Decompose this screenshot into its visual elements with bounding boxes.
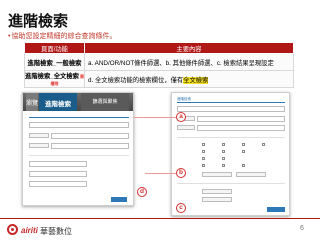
- filter-checkbox[interactable]: [222, 150, 225, 153]
- feature-table: 頁面/功能 主要內容 進階檢索_一般檢索 a. AND/OR/NOT條件師選、b…: [24, 42, 294, 88]
- table-row: 進階檢索_全文檢索需權限 d. 全文檢索功能的檢索欄位，僅有全文檢索: [24, 70, 294, 88]
- search-input[interactable]: [197, 125, 285, 131]
- year-select[interactable]: [236, 172, 266, 177]
- tab-advanced-search[interactable]: 進階檢索: [39, 93, 77, 111]
- page-subtitle: •協助您設定精細的綜合查詢條件。: [8, 31, 116, 41]
- display-select[interactable]: [202, 197, 232, 202]
- operator-select[interactable]: [177, 125, 195, 130]
- company-name: 華藝數位: [40, 227, 72, 236]
- search-input[interactable]: [29, 171, 87, 177]
- table-cell-content: a. AND/OR/NOT條件師選、b. 其他條件師選、c. 檢索結果呈現設定: [84, 53, 294, 71]
- filter-checkbox[interactable]: [222, 164, 225, 167]
- filter-checkbox[interactable]: [242, 150, 245, 153]
- search-input[interactable]: [29, 122, 129, 128]
- subtitle-text: 協助您設定精細的綜合查詢條件。: [11, 33, 117, 40]
- table-cell-content-text: d. 全文檢索功能的檢索欄位，僅有: [88, 76, 184, 84]
- search-input[interactable]: [51, 133, 129, 139]
- search-input[interactable]: [29, 161, 87, 167]
- highlighted-text: 全文檢索: [183, 76, 209, 84]
- search-input[interactable]: [177, 106, 285, 112]
- marker-b: b: [176, 168, 186, 178]
- footer-divider: [0, 218, 320, 219]
- table-cell-name-text: 進階檢索_全文檢索: [25, 73, 79, 80]
- marker-d: d: [137, 187, 147, 197]
- sort-select[interactable]: [202, 189, 232, 194]
- filter-checkbox[interactable]: [222, 143, 225, 146]
- logo-text: airiti: [21, 226, 38, 235]
- table-header-page: 頁面/功能: [24, 42, 85, 54]
- table-cell-name: 進階檢索_全文檢索需權限: [24, 70, 85, 88]
- filter-checkbox[interactable]: [242, 164, 245, 167]
- filter-checkbox[interactable]: [262, 143, 265, 146]
- table-cell-content: d. 全文檢索功能的檢索欄位，僅有全文檢索: [84, 70, 294, 88]
- table-cell-name: 進階檢索_一般檢索: [24, 53, 85, 71]
- slide: 進階檢索 •協助您設定精細的綜合查詢條件。 頁面/功能 主要內容 進階檢索_一般…: [0, 0, 320, 240]
- search-input[interactable]: [197, 116, 285, 122]
- marker-c: c: [176, 203, 186, 213]
- screenshot-nav-bar: 瀏覽 進階檢索 篩選與聚焦: [23, 93, 133, 111]
- search-input[interactable]: [29, 181, 87, 187]
- table-header-content: 主要內容: [84, 42, 294, 54]
- filter-checkbox[interactable]: [242, 143, 245, 146]
- search-button[interactable]: [111, 197, 127, 202]
- divider: [177, 137, 285, 138]
- divider: [29, 117, 129, 118]
- general-search-screenshot: 進階檢索: [171, 92, 290, 216]
- page-number: 6: [300, 225, 304, 232]
- callout-line: [134, 117, 176, 118]
- operator-select[interactable]: [29, 143, 49, 148]
- airiti-logo-icon: [7, 224, 18, 235]
- year-select[interactable]: [202, 172, 232, 177]
- search-input[interactable]: [51, 143, 129, 149]
- search-button[interactable]: [267, 207, 285, 212]
- filter-checkbox[interactable]: [202, 150, 205, 153]
- callout-line: [145, 173, 176, 174]
- fulltext-search-screenshot: 瀏覽 進階檢索 篩選與聚焦: [22, 92, 134, 206]
- tab-filter[interactable]: 篩選與聚焦: [81, 93, 129, 111]
- operator-select[interactable]: [29, 133, 49, 138]
- table-header-row: 頁面/功能 主要內容: [24, 42, 294, 54]
- table-row: 進階檢索_一般檢索 a. AND/OR/NOT條件師選、b. 其他條件師選、c.…: [24, 53, 294, 71]
- filter-checkbox[interactable]: [202, 157, 205, 160]
- marker-a: a: [176, 112, 186, 122]
- filter-checkbox[interactable]: [202, 143, 205, 146]
- filter-checkbox[interactable]: [202, 164, 205, 167]
- filter-checkbox[interactable]: [222, 157, 225, 160]
- page-title: 進階檢索: [8, 13, 69, 30]
- tab-browse[interactable]: 瀏覽: [26, 93, 38, 111]
- divider: [29, 155, 129, 156]
- divider: [177, 102, 285, 103]
- divider: [177, 183, 285, 184]
